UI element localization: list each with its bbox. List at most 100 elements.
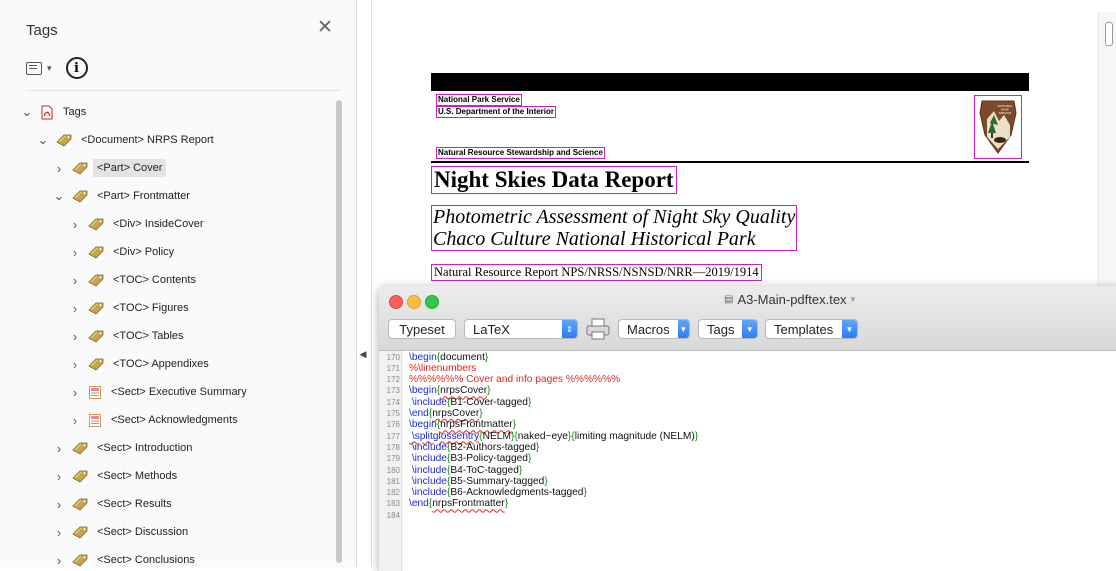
window-title-text: A3-Main-pdftex.tex (737, 292, 847, 307)
code-token: \splitglossentry (409, 430, 480, 442)
macros-select-label: Macros (627, 321, 670, 337)
window-title[interactable]: ▤ A3-Main-pdftex.tex ▾ (724, 292, 855, 307)
code-line[interactable]: 182 \include{B6-Acknowledgments-tagged} (379, 487, 587, 498)
code-line[interactable]: 176 \begin{nrpsFrontmatter} (379, 419, 516, 430)
code-line[interactable]: 172 %%%%%% Cover and info pages %%%%%% (379, 374, 621, 385)
directorate-tag[interactable]: Natural Resource Stewardship and Science (436, 147, 605, 159)
code-line[interactable]: 184 (379, 510, 409, 521)
close-icon[interactable]: ✕ (317, 18, 333, 37)
chevron-down-icon[interactable]: ⌄ (52, 188, 66, 204)
chevron-down-icon: ▾ (850, 294, 856, 304)
chevron-right-icon[interactable]: › (68, 357, 82, 372)
line-number: 178 (386, 442, 400, 452)
department-tag[interactable]: U.S. Department of the Interior (436, 106, 557, 118)
code-token: } (694, 430, 699, 442)
typeset-button[interactable]: Typeset (388, 319, 456, 339)
code-token: document (440, 351, 485, 363)
tree-item[interactable]: › <TOC> Appendixes (68, 350, 213, 378)
zoom-window-button[interactable] (425, 295, 439, 309)
tree-item[interactable]: › <Div> Policy (68, 238, 178, 266)
code-token: } (479, 408, 483, 419)
code-line[interactable]: 183 \end{nrpsFrontmatter} (379, 498, 508, 509)
chevron-down-icon[interactable]: ⌄ (36, 132, 50, 148)
tree-item[interactable]: ⌄ <Document> NRPS Report (36, 126, 218, 154)
code-token: B5-Summary-tagged (450, 475, 545, 487)
tree-item[interactable]: ⌄ Tags (20, 98, 90, 126)
macros-select[interactable]: Macros ▼ (618, 319, 690, 339)
code-text: %\linenumbers (409, 363, 476, 374)
tree-item[interactable]: › <TOC> Figures (68, 294, 193, 322)
tree-item[interactable]: › <Sect> Results (52, 490, 176, 518)
options-list-icon (26, 61, 42, 75)
tree-item[interactable]: › <Sect> Introduction (52, 434, 196, 462)
code-line[interactable]: 173 \begin{nrpsCover} (379, 385, 491, 396)
tree-item[interactable]: › <TOC> Tables (68, 322, 188, 350)
printer-icon[interactable] (584, 317, 612, 341)
line-number: 176 (386, 420, 400, 430)
tree-item[interactable]: › <Sect> Methods (52, 462, 181, 490)
code-line[interactable]: 180 \include{B4-ToC-tagged} (379, 465, 523, 476)
tree-item[interactable]: ⌄ <Part> Frontmatter (52, 182, 194, 210)
tree-scroll-thumb[interactable] (336, 100, 342, 563)
document-subtitle[interactable]: Photometric Assessment of Night Sky Qual… (431, 205, 798, 251)
chevron-right-icon[interactable]: › (68, 245, 82, 260)
code-line[interactable]: 181 \include{B5-Summary-tagged} (379, 476, 548, 487)
code-line[interactable]: 170 \begin{document} (379, 352, 489, 363)
chevron-right-icon[interactable]: › (68, 385, 82, 400)
chevron-right-icon[interactable]: › (52, 469, 66, 484)
tree-item-label: <Sect> Acknowledgments (111, 414, 238, 426)
tree-item[interactable]: › <Sect> Executive Summary (68, 378, 251, 406)
chevron-right-icon[interactable]: › (68, 413, 82, 428)
chevron-down-icon[interactable]: ⌄ (20, 104, 34, 120)
tree-item[interactable]: › <Sect> Acknowledgments (68, 406, 242, 434)
code-line[interactable]: 174 \include{B1-Cover-tagged} (379, 397, 532, 408)
chevron-right-icon[interactable]: › (68, 329, 82, 344)
tree-item[interactable]: › <Div> InsideCover (68, 210, 208, 238)
nps-arrowhead-logo[interactable]: NATIONAL PARK SERVICE (974, 95, 1022, 159)
document-title[interactable]: Night Skies Data Report (431, 166, 677, 194)
tree-item[interactable]: › <Sect> Conclusions (52, 546, 199, 568)
code-line[interactable]: 179 \include{B3-Policy-tagged} (379, 453, 532, 464)
chevron-right-icon[interactable]: › (68, 273, 82, 288)
tree-item[interactable]: › <Sect> Discussion (52, 518, 192, 546)
document-scroll-thumb[interactable] (1105, 22, 1113, 46)
tree-scrollbar[interactable] (334, 96, 344, 567)
code-text: \begin{document} (409, 352, 488, 363)
chevron-right-icon[interactable]: › (52, 553, 66, 568)
chevron-right-icon[interactable]: › (68, 301, 82, 316)
line-number: 181 (386, 476, 400, 486)
info-icon[interactable]: i (65, 57, 88, 79)
minimize-window-button[interactable] (407, 295, 421, 309)
chevron-right-icon[interactable]: › (52, 497, 66, 512)
code-token: %%%%%% Cover and info pages %%%%%% (409, 374, 621, 386)
chevron-down-icon: ▼ (677, 320, 689, 338)
engine-select[interactable]: LaTeX ⇕ (464, 319, 578, 339)
code-token: nrpsCover (432, 408, 480, 419)
report-number[interactable]: Natural Resource Report NPS/NRSS/NSNSD/N… (431, 264, 762, 281)
line-number: 184 (386, 510, 400, 520)
tag-options-button[interactable]: ▾ (26, 61, 52, 75)
close-window-button[interactable] (389, 295, 403, 309)
panel-collapse-handle[interactable]: ◀ (356, 340, 370, 368)
code-editor[interactable]: 170 \begin{document} 171 %\linenumbers 172%%… (379, 351, 1116, 571)
tex-editor-window: ▤ A3-Main-pdftex.tex ▾ Typeset LaTeX ⇕ M… (379, 286, 1116, 571)
templates-select[interactable]: Templates ▼ (765, 319, 858, 339)
code-line[interactable]: 171 %\linenumbers (379, 363, 477, 374)
agency-tag[interactable]: National Park Service (436, 94, 522, 106)
tags-select[interactable]: Tags ▼ (698, 319, 758, 339)
chevron-right-icon[interactable]: › (68, 217, 82, 232)
tree-item[interactable]: › <TOC> Contents (68, 266, 200, 294)
tag-icon (88, 245, 104, 259)
code-line[interactable]: 178 \include{B2-Authors-tagged} (379, 441, 540, 453)
chevron-right-icon[interactable]: › (52, 161, 66, 176)
code-line[interactable]: 175 \end{nrpsCover} (379, 408, 483, 419)
window-titlebar[interactable]: ▤ A3-Main-pdftex.tex ▾ Typeset LaTeX ⇕ M… (379, 286, 1116, 351)
code-token: \include (409, 441, 447, 453)
chevron-right-icon[interactable]: › (52, 525, 66, 540)
code-text: %%%%%% Cover and info pages %%%%%% (409, 374, 620, 385)
tree-item[interactable]: › <Part> Cover (52, 154, 167, 182)
code-text: \begin{nrpsCover} (409, 385, 491, 396)
chevron-right-icon[interactable]: › (52, 441, 66, 456)
line-number: 177 (386, 431, 400, 441)
code-line[interactable]: 177 \splitglossentry{NELM}{naked~eye}{li… (379, 430, 699, 442)
